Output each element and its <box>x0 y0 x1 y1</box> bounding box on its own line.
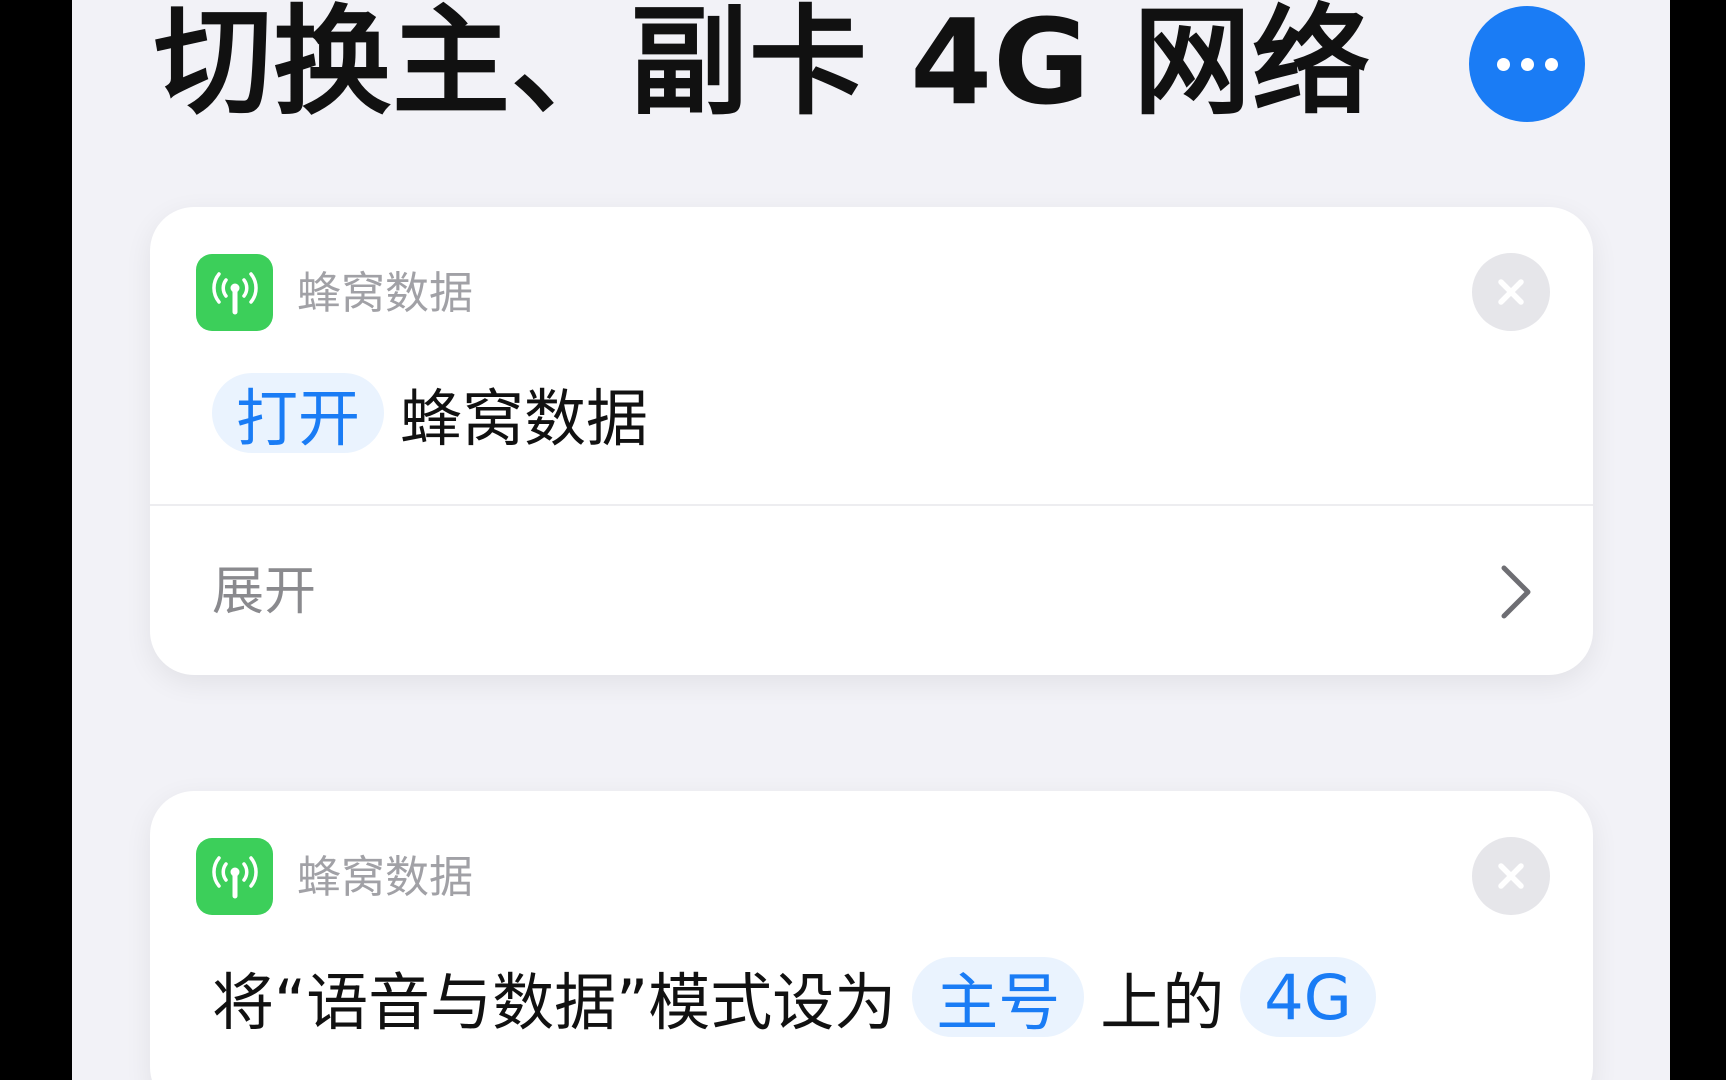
cellular-antenna-icon <box>196 254 273 331</box>
cellular-antenna-icon <box>196 838 273 915</box>
action-text: 蜂窝数据 <box>400 382 649 455</box>
action-summary: 将“语音与数据”模式设为 主号 上的 4G <box>212 955 1376 1039</box>
chevron-right-icon <box>1501 565 1531 619</box>
remove-action-button[interactable] <box>1472 837 1550 915</box>
close-icon <box>1498 863 1524 889</box>
action-summary: 打开 蜂窝数据 <box>212 371 664 455</box>
ellipsis-icon <box>1520 57 1534 71</box>
action-card-voice-data-mode[interactable]: 蜂窝数据 将“语音与数据”模式设为 主号 上的 4G <box>150 791 1593 1080</box>
more-options-button[interactable] <box>1469 6 1585 122</box>
remove-action-button[interactable] <box>1472 253 1550 331</box>
network-mode-token[interactable]: 4G <box>1240 957 1376 1037</box>
action-text-before: 将“语音与数据”模式设为 <box>212 966 897 1039</box>
expand-row[interactable]: 展开 <box>150 506 1593 675</box>
expand-label: 展开 <box>212 562 317 622</box>
action-text-middle: 上的 <box>1100 966 1225 1039</box>
ellipsis-icon <box>1544 57 1558 71</box>
shortcut-editor-screen: 切换主、副卡 4G 网络 蜂窝数据 打开 蜂窝数据 展开 蜂窝数据 将“语音与数… <box>72 0 1670 1080</box>
ellipsis-icon <box>1496 57 1510 71</box>
action-card-cellular-toggle[interactable]: 蜂窝数据 打开 蜂窝数据 展开 <box>150 207 1593 675</box>
sim-line-token[interactable]: 主号 <box>912 957 1085 1039</box>
page-title: 切换主、副卡 4G 网络 <box>154 0 1372 131</box>
action-app-name: 蜂窝数据 <box>297 852 473 903</box>
close-icon <box>1498 279 1524 305</box>
toggle-state-token[interactable]: 打开 <box>212 373 385 455</box>
action-app-name: 蜂窝数据 <box>297 268 473 319</box>
